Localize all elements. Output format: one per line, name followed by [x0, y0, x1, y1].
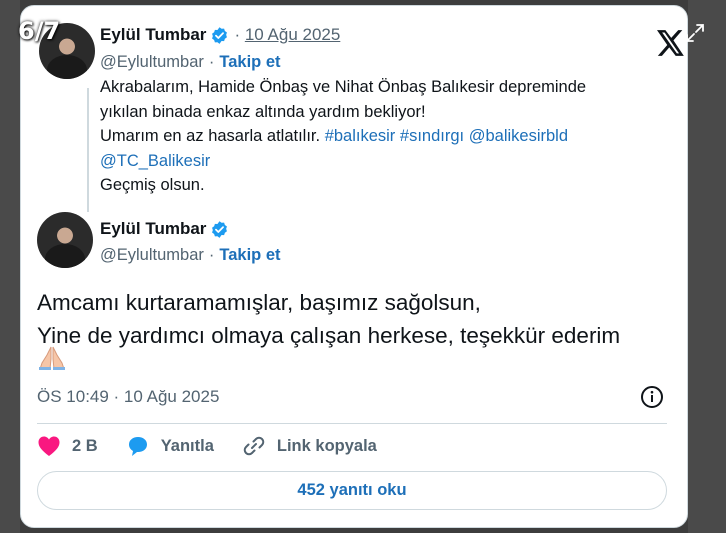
- tweet-text-line: @TC_Balikesir: [100, 149, 660, 174]
- tweet-timestamp[interactable]: ÖS 10:49 · 10 Ağu 2025: [37, 387, 219, 407]
- tweet2-handle-row: @Eylultumbar · Takip et: [100, 246, 281, 265]
- tweet-date[interactable]: · 10 Ağu 2025: [234, 25, 340, 45]
- date-link[interactable]: 10 Ağu 2025: [245, 25, 340, 44]
- like-button[interactable]: 2 B: [37, 435, 98, 457]
- avatar[interactable]: [37, 212, 93, 268]
- mention-link[interactable]: @TC_Balikesir: [100, 152, 210, 170]
- folded-hands-emoji: [39, 346, 65, 370]
- right-frame: [688, 0, 726, 533]
- tweet-text-line: Yine de yardımcı olmaya çalışan herkese,…: [37, 323, 621, 348]
- tweet1-body: Akrabalarım, Hamide Önbaş ve Nihat Önbaş…: [100, 75, 660, 198]
- reply-label: Yanıtla: [160, 436, 214, 455]
- author-name[interactable]: Eylül Tumbar: [100, 219, 206, 239]
- verified-badge-icon: [212, 220, 228, 238]
- tweet2-body: Amcamı kurtaramamışlar, başımız sağolsun…: [37, 286, 677, 352]
- author-handle[interactable]: @Eylultumbar: [100, 246, 204, 265]
- copy-link-label: Link kopyala: [276, 436, 377, 455]
- thread-connector-line: [87, 88, 89, 212]
- info-icon[interactable]: [640, 385, 664, 409]
- like-count: 2 B: [72, 436, 98, 455]
- tweet-text-line: Amcamı kurtaramamışlar, başımız sağolsun…: [37, 290, 481, 315]
- tweet-text-line: Geçmiş olsun.: [100, 176, 205, 194]
- author-handle[interactable]: @Eylultumbar: [100, 53, 204, 72]
- tweet-text-line: Akrabalarım, Hamide Önbaş ve Nihat Önbaş…: [100, 78, 587, 96]
- tweet-text: Umarım en az hasarla atlatılır.: [100, 127, 321, 145]
- tweet1-handle-row: @Eylultumbar · Takip et: [100, 53, 281, 72]
- verified-badge-icon: [212, 26, 228, 44]
- copy-link-button[interactable]: Link kopyala: [242, 435, 377, 457]
- left-frame: [0, 0, 20, 533]
- author-name[interactable]: Eylül Tumbar: [100, 25, 206, 45]
- link-icon: [243, 436, 265, 456]
- mention-link[interactable]: @balikesirbld: [469, 127, 568, 145]
- hashtag-link[interactable]: #balıkesir: [325, 127, 396, 145]
- reply-button[interactable]: Yanıtla: [126, 435, 214, 457]
- tweet1-header: Eylül Tumbar · 10 Ağu 2025: [100, 25, 340, 45]
- speech-bubble-icon: [128, 437, 147, 456]
- divider: [37, 423, 667, 424]
- separator-dot: ·: [208, 246, 215, 264]
- heart-icon: [38, 436, 60, 456]
- follow-button[interactable]: Takip et: [219, 53, 280, 72]
- hashtag-link[interactable]: #sındırgı: [400, 127, 464, 145]
- read-replies-button[interactable]: 452 yanıtı oku: [37, 471, 667, 510]
- follow-button[interactable]: Takip et: [219, 246, 280, 265]
- tweet2-header: Eylül Tumbar: [100, 219, 229, 239]
- tweet-embed-card: Eylül Tumbar · 10 Ağu 2025 @Eylultumbar …: [20, 5, 688, 528]
- tweet-text-line: Umarım en az hasarla atlatılır. #balıkes…: [100, 124, 660, 149]
- separator-dot: ·: [208, 53, 215, 71]
- carousel-counter: 6/7: [18, 17, 61, 45]
- action-bar: 2 B Yanıtla Link kopyala: [37, 435, 405, 457]
- expand-icon[interactable]: [684, 22, 706, 44]
- x-logo-icon[interactable]: [657, 30, 685, 56]
- tweet-text-line: yıkılan binada enkaz altında yardım bekl…: [100, 102, 426, 121]
